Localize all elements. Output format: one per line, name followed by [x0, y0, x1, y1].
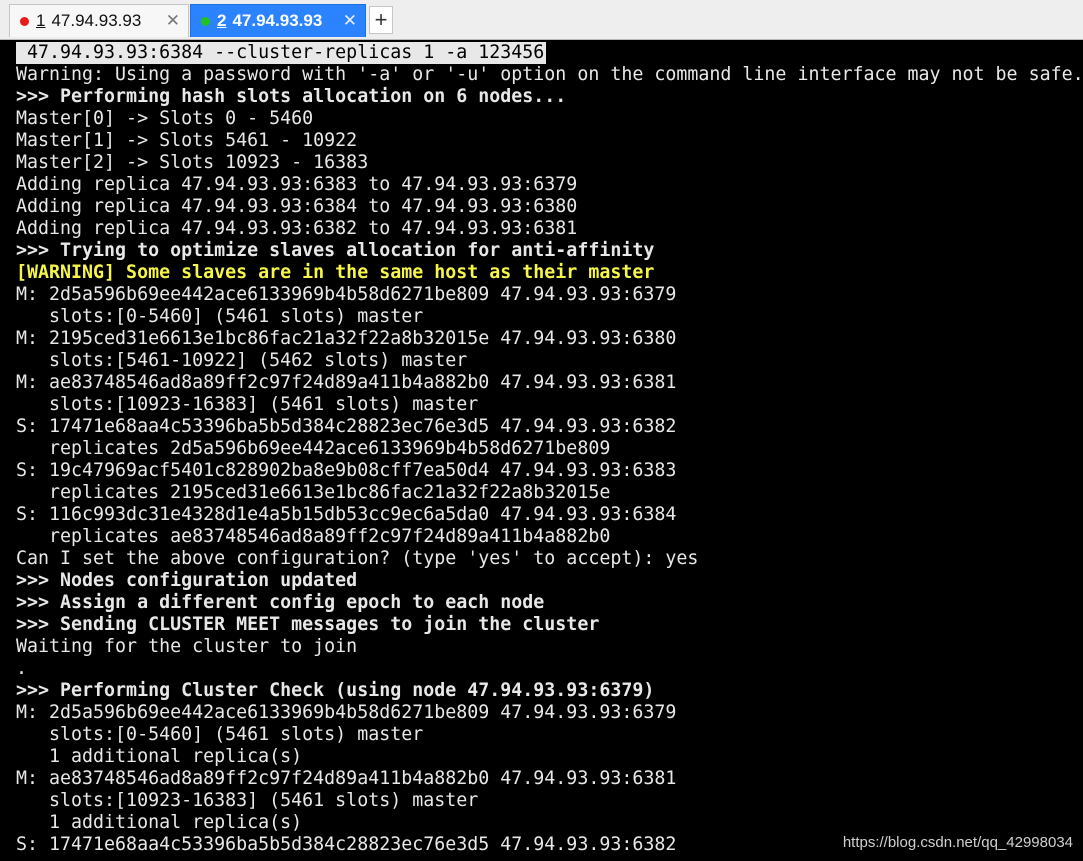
close-icon[interactable]: ✕ — [343, 11, 357, 31]
terminal-line: replicates ae83748546ad8a89ff2c97f24d89a… — [16, 526, 611, 547]
terminal-line: slots:[0-5460] (5461 slots) master — [16, 724, 424, 745]
terminal-line: slots:[5461-10922] (5462 slots) master — [16, 350, 468, 371]
terminal-line: S: 19c47969acf5401c828902ba8e9b08cff7ea5… — [16, 460, 677, 481]
close-icon[interactable]: ✕ — [166, 11, 180, 31]
terminal-line: S: 17471e68aa4c53396ba5b5d384c28823ec76e… — [16, 834, 677, 855]
terminal-line: slots:[10923-16383] (5461 slots) master — [16, 394, 479, 415]
terminal-line-warning: [WARNING] Some slaves are in the same ho… — [16, 262, 655, 283]
terminal-line: M: ae83748546ad8a89ff2c97f24d89a411b4a88… — [16, 768, 677, 789]
tab-session-2[interactable]: 2 47.94.93.93 ✕ — [190, 4, 366, 37]
terminal-line: M: 2195ced31e6613e1bc86fac21a32f22a8b320… — [16, 328, 677, 349]
terminal-line: 1 additional replica(s) — [16, 812, 303, 833]
terminal-line: Adding replica 47.94.93.93:6384 to 47.94… — [16, 196, 578, 217]
terminal-line: replicates 2195ced31e6613e1bc86fac21a32f… — [16, 482, 611, 503]
terminal-line: M: ae83748546ad8a89ff2c97f24d89a411b4a88… — [16, 372, 677, 393]
terminal-line: Waiting for the cluster to join — [16, 636, 358, 657]
terminal-line: S: 116c993dc31e4328d1e4a5b15db53cc9ec6a5… — [16, 504, 677, 525]
terminal-line: M: 2d5a596b69ee442ace6133969b4b58d6271be… — [16, 284, 677, 305]
terminal-line: Master[1] -> Slots 5461 - 10922 — [16, 130, 358, 151]
terminal-line: replicates 2d5a596b69ee442ace6133969b4b5… — [16, 438, 611, 459]
terminal-line: 1 additional replica(s) — [16, 746, 303, 767]
tab-label: 47.94.93.93 — [51, 11, 142, 30]
tab-bar: 1 47.94.93.93 ✕ 2 47.94.93.93 ✕ + — [0, 0, 1083, 40]
add-tab-button[interactable]: + — [369, 6, 393, 34]
terminal-line: >>> Trying to optimize slaves allocation… — [16, 240, 655, 261]
terminal-line: Adding replica 47.94.93.93:6382 to 47.94… — [16, 218, 578, 239]
watermark-text: https://blog.csdn.net/qq_42998034 — [842, 834, 1073, 851]
terminal-line: >>> Sending CLUSTER MEET messages to joi… — [16, 614, 600, 635]
terminal-line-selected-command: 47.94.93.93:6384 --cluster-replicas 1 -a… — [16, 42, 547, 64]
tab-number: 1 — [36, 11, 46, 30]
terminal-line: slots:[10923-16383] (5461 slots) master — [16, 790, 479, 811]
terminal-line: Can I set the above configuration? (type… — [16, 548, 699, 569]
terminal-line: M: 2d5a596b69ee442ace6133969b4b58d6271be… — [16, 702, 677, 723]
tab-number: 2 — [217, 11, 227, 30]
terminal-output[interactable]: 47.94.93.93:6384 --cluster-replicas 1 -a… — [0, 42, 1083, 861]
terminal-line: Master[2] -> Slots 10923 - 16383 — [16, 152, 369, 173]
terminal-line: Warning: Using a password with '-a' or '… — [16, 64, 1083, 85]
tab-label: 47.94.93.93 — [232, 11, 323, 30]
terminal-line: >>> Performing hash slots allocation on … — [16, 86, 567, 107]
terminal-line: slots:[0-5460] (5461 slots) master — [16, 306, 424, 327]
terminal-line: . — [16, 658, 28, 679]
terminal-line: >>> Assign a different config epoch to e… — [16, 592, 545, 613]
terminal-line: S: 17471e68aa4c53396ba5b5d384c28823ec76e… — [16, 416, 677, 437]
disconnected-status-icon — [20, 16, 29, 26]
terminal-line: >>> Nodes configuration updated — [16, 570, 358, 591]
tab-session-1[interactable]: 1 47.94.93.93 ✕ — [9, 4, 189, 37]
terminal-line: Master[0] -> Slots 0 - 5460 — [16, 108, 314, 129]
terminal-line: >>> Performing Cluster Check (using node… — [16, 680, 655, 701]
connected-status-icon — [201, 16, 210, 26]
terminal-line: Adding replica 47.94.93.93:6383 to 47.94… — [16, 174, 578, 195]
